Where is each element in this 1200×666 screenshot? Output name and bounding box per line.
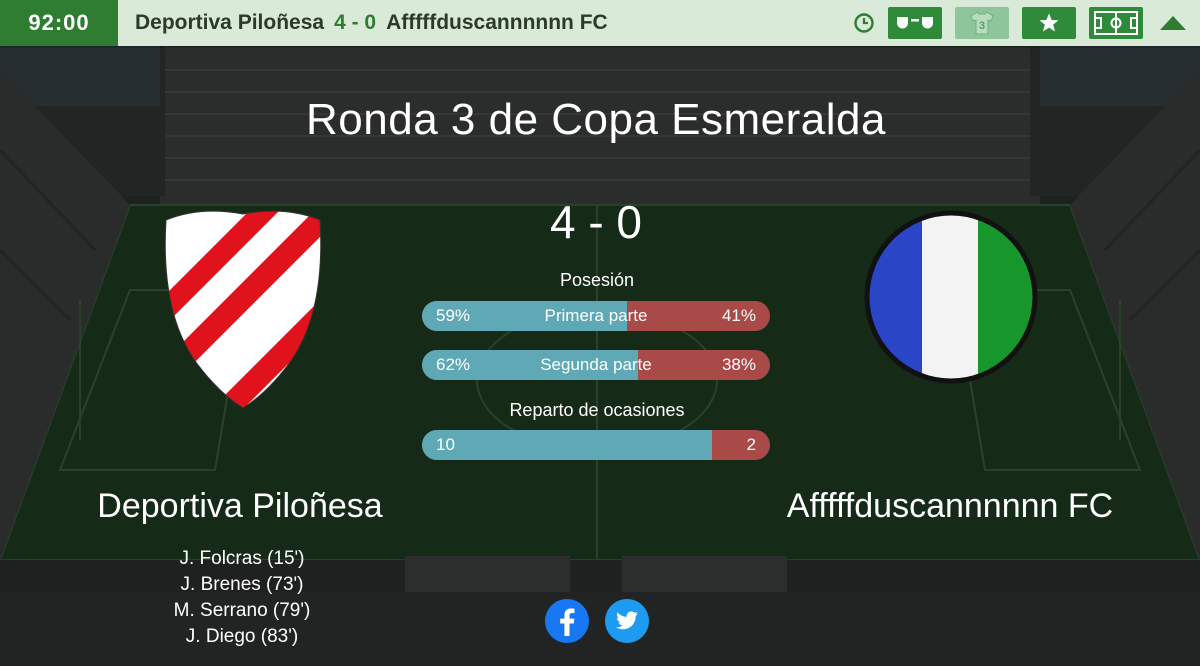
match-topbar: 92:00 Deportiva Piloñesa 4 - 0 Afffffdus…: [0, 0, 1200, 46]
home-team-name: Deportiva Piloñesa: [97, 487, 383, 525]
first-half-label: Primera parte: [544, 306, 648, 325]
home-scorers-list: J. Folcras (15') J. Brenes (73') M. Serr…: [132, 546, 352, 650]
topbar-home-team: Deportiva Piloñesa: [135, 11, 325, 34]
chances-home-value: 10: [436, 435, 455, 454]
first-half-home-value: 59%: [436, 306, 471, 325]
topbar-score: 4 - 0: [334, 11, 377, 34]
away-team-name: Afffffduscannnnnn FC: [786, 487, 1114, 525]
scorer-item: J. Brenes (73'): [180, 574, 304, 595]
chances-home-fill: [422, 430, 712, 460]
scorer-item: M. Serrano (79'): [173, 600, 311, 621]
away-team-crest: [864, 210, 1038, 384]
scorer-item: J. Diego (83'): [185, 626, 299, 647]
shirt-icon[interactable]: 3: [955, 7, 1009, 39]
home-team-crest: [164, 210, 322, 409]
competition-title: Ronda 3 de Copa Esmeralda: [306, 95, 886, 144]
lineup-icon[interactable]: [888, 7, 942, 39]
second-half-away-value: 38%: [721, 355, 756, 374]
match-clock: 92:00: [0, 0, 118, 46]
collapse-icon[interactable]: [1156, 15, 1190, 31]
possession-first-half-bar: Primera parte 59% 41%: [422, 301, 770, 331]
first-half-away-value: 41%: [721, 306, 756, 325]
topbar-actions: 3: [853, 0, 1190, 46]
star-icon[interactable]: [1022, 7, 1076, 39]
shirt-number: 3: [979, 20, 985, 32]
possession-second-half-bar: Segunda parte 62% 38%: [422, 350, 770, 380]
topbar-away-team: Afffffduscannnnnn FC: [386, 11, 608, 34]
clock-icon[interactable]: [853, 12, 875, 34]
chances-bar: 10 2: [422, 430, 770, 460]
scorer-item: J. Folcras (15'): [179, 548, 305, 569]
second-half-home-value: 62%: [436, 355, 471, 374]
pitch-icon[interactable]: [1089, 7, 1143, 39]
second-half-label: Segunda parte: [540, 355, 652, 374]
chances-away-value: 2: [746, 435, 756, 454]
facebook-icon[interactable]: [544, 598, 590, 644]
chances-label: Reparto de ocasiones: [509, 400, 685, 420]
topbar-match-summary: Deportiva Piloñesa 4 - 0 Afffffduscannnn…: [135, 11, 608, 35]
twitter-icon[interactable]: [604, 598, 650, 644]
possession-label: Posesión: [559, 270, 635, 290]
